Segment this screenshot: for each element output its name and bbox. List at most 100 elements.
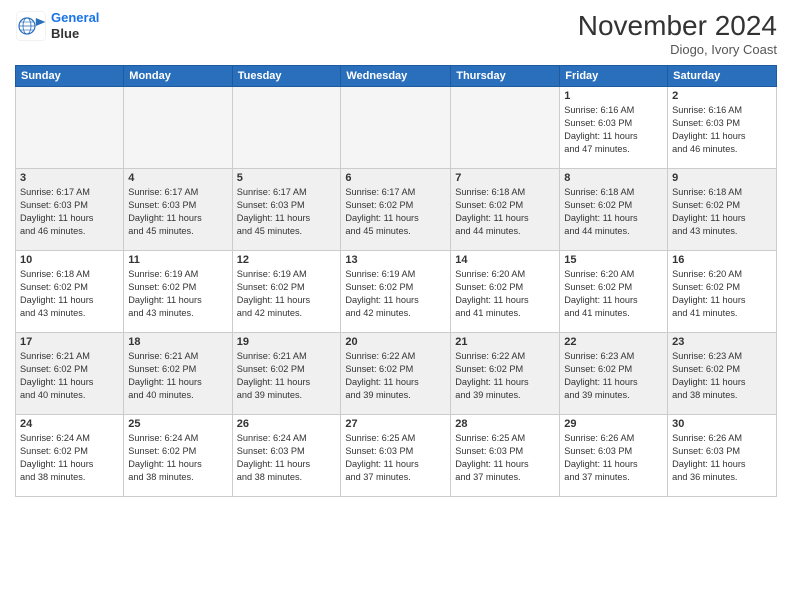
day-number: 23 xyxy=(672,336,772,348)
day-number: 12 xyxy=(237,254,337,266)
weekday-header-friday: Friday xyxy=(560,66,668,87)
day-info: Sunrise: 6:19 AMSunset: 6:02 PMDaylight:… xyxy=(345,268,446,320)
day-number: 4 xyxy=(128,172,227,184)
day-number: 8 xyxy=(564,172,663,184)
weekday-header-monday: Monday xyxy=(124,66,232,87)
day-info: Sunrise: 6:18 AMSunset: 6:02 PMDaylight:… xyxy=(455,186,555,238)
logo-text: General Blue xyxy=(51,10,99,41)
calendar-cell: 21 Sunrise: 6:22 AMSunset: 6:02 PMDayligh… xyxy=(451,333,560,415)
calendar-cell xyxy=(232,87,341,169)
title-block: November 2024 Diogo, Ivory Coast xyxy=(578,10,777,57)
calendar-week-5: 24Sunrise: 6:24 AMSunset: 6:02 PMDayligh… xyxy=(16,415,777,497)
calendar-cell: 6 Sunrise: 6:17 AMSunset: 6:02 PMDaylight… xyxy=(341,169,451,251)
day-info: Sunrise: 6:21 AMSunset: 6:02 PMDaylight:… xyxy=(20,350,119,402)
calendar-cell: 11 Sunrise: 6:19 AMSunset: 6:02 PMDayligh… xyxy=(124,251,232,333)
day-info: Sunrise: 6:18 AMSunset: 6:02 PMDaylight:… xyxy=(564,186,663,238)
calendar-cell: 7 Sunrise: 6:18 AMSunset: 6:02 PMDaylight… xyxy=(451,169,560,251)
day-number: 25 xyxy=(128,418,227,430)
calendar-cell: 25 Sunrise: 6:24 AMSunset: 6:02 PMDayligh… xyxy=(124,415,232,497)
calendar-cell: 29 Sunrise: 6:26 AMSunset: 6:03 PMDayligh… xyxy=(560,415,668,497)
day-number: 5 xyxy=(237,172,337,184)
day-number: 21 xyxy=(455,336,555,348)
day-number: 6 xyxy=(345,172,446,184)
calendar-cell: 19 Sunrise: 6:21 AMSunset: 6:02 PMDayligh… xyxy=(232,333,341,415)
day-number: 19 xyxy=(237,336,337,348)
day-info: Sunrise: 6:18 AMSunset: 6:02 PMDaylight:… xyxy=(672,186,772,238)
day-number: 20 xyxy=(345,336,446,348)
day-info: Sunrise: 6:21 AMSunset: 6:02 PMDaylight:… xyxy=(237,350,337,402)
day-info: Sunrise: 6:26 AMSunset: 6:03 PMDaylight:… xyxy=(564,432,663,484)
day-info: Sunrise: 6:20 AMSunset: 6:02 PMDaylight:… xyxy=(672,268,772,320)
day-info: Sunrise: 6:23 AMSunset: 6:02 PMDaylight:… xyxy=(672,350,772,402)
day-info: Sunrise: 6:20 AMSunset: 6:02 PMDaylight:… xyxy=(564,268,663,320)
day-number: 29 xyxy=(564,418,663,430)
day-info: Sunrise: 6:25 AMSunset: 6:03 PMDaylight:… xyxy=(455,432,555,484)
day-info: Sunrise: 6:17 AMSunset: 6:03 PMDaylight:… xyxy=(237,186,337,238)
calendar-week-1: 1Sunrise: 6:16 AMSunset: 6:03 PMDaylight… xyxy=(16,87,777,169)
day-info: Sunrise: 6:25 AMSunset: 6:03 PMDaylight:… xyxy=(345,432,446,484)
calendar-cell: 13 Sunrise: 6:19 AMSunset: 6:02 PMDayligh… xyxy=(341,251,451,333)
weekday-header-row: SundayMondayTuesdayWednesdayThursdayFrid… xyxy=(16,66,777,87)
calendar-cell: 4Sunrise: 6:17 AMSunset: 6:03 PMDaylight… xyxy=(124,169,232,251)
calendar-cell: 2 Sunrise: 6:16 AMSunset: 6:03 PMDaylight… xyxy=(668,87,777,169)
weekday-header-saturday: Saturday xyxy=(668,66,777,87)
calendar-cell xyxy=(341,87,451,169)
day-info: Sunrise: 6:20 AMSunset: 6:02 PMDaylight:… xyxy=(455,268,555,320)
calendar-cell: 12 Sunrise: 6:19 AMSunset: 6:02 PMDayligh… xyxy=(232,251,341,333)
calendar-cell: 14 Sunrise: 6:20 AMSunset: 6:02 PMDayligh… xyxy=(451,251,560,333)
calendar-cell: 18Sunrise: 6:21 AMSunset: 6:02 PMDayligh… xyxy=(124,333,232,415)
calendar-cell xyxy=(16,87,124,169)
day-number: 10 xyxy=(20,254,119,266)
day-info: Sunrise: 6:19 AMSunset: 6:02 PMDaylight:… xyxy=(128,268,227,320)
day-number: 9 xyxy=(672,172,772,184)
day-number: 11 xyxy=(128,254,227,266)
day-info: Sunrise: 6:22 AMSunset: 6:02 PMDaylight:… xyxy=(345,350,446,402)
calendar-week-3: 10 Sunrise: 6:18 AMSunset: 6:02 PMDayligh… xyxy=(16,251,777,333)
calendar-cell: 1Sunrise: 6:16 AMSunset: 6:03 PMDaylight… xyxy=(560,87,668,169)
calendar-cell: 20 Sunrise: 6:22 AMSunset: 6:02 PMDayligh… xyxy=(341,333,451,415)
day-info: Sunrise: 6:24 AMSunset: 6:03 PMDaylight:… xyxy=(237,432,337,484)
calendar-cell: 3 Sunrise: 6:17 AMSunset: 6:03 PMDaylight… xyxy=(16,169,124,251)
day-info: Sunrise: 6:19 AMSunset: 6:02 PMDaylight:… xyxy=(237,268,337,320)
calendar-cell: 28 Sunrise: 6:25 AMSunset: 6:03 PMDayligh… xyxy=(451,415,560,497)
calendar-cell: 8 Sunrise: 6:18 AMSunset: 6:02 PMDaylight… xyxy=(560,169,668,251)
calendar-cell: 24Sunrise: 6:24 AMSunset: 6:02 PMDayligh… xyxy=(16,415,124,497)
day-number: 14 xyxy=(455,254,555,266)
logo: General Blue xyxy=(15,10,99,42)
day-number: 7 xyxy=(455,172,555,184)
calendar-cell: 23 Sunrise: 6:23 AMSunset: 6:02 PMDayligh… xyxy=(668,333,777,415)
page: General Blue November 2024 Diogo, Ivory … xyxy=(0,0,792,612)
weekday-header-sunday: Sunday xyxy=(16,66,124,87)
day-number: 13 xyxy=(345,254,446,266)
day-info: Sunrise: 6:17 AMSunset: 6:02 PMDaylight:… xyxy=(345,186,446,238)
day-number: 3 xyxy=(20,172,119,184)
day-info: Sunrise: 6:26 AMSunset: 6:03 PMDaylight:… xyxy=(672,432,772,484)
day-info: Sunrise: 6:22 AMSunset: 6:02 PMDaylight:… xyxy=(455,350,555,402)
day-info: Sunrise: 6:16 AMSunset: 6:03 PMDaylight:… xyxy=(672,104,772,156)
calendar-table: SundayMondayTuesdayWednesdayThursdayFrid… xyxy=(15,65,777,497)
day-info: Sunrise: 6:23 AMSunset: 6:02 PMDaylight:… xyxy=(564,350,663,402)
calendar-cell: 16 Sunrise: 6:20 AMSunset: 6:02 PMDayligh… xyxy=(668,251,777,333)
calendar-week-2: 3 Sunrise: 6:17 AMSunset: 6:03 PMDaylight… xyxy=(16,169,777,251)
calendar-week-4: 17Sunrise: 6:21 AMSunset: 6:02 PMDayligh… xyxy=(16,333,777,415)
day-number: 2 xyxy=(672,90,772,102)
calendar-cell: 9 Sunrise: 6:18 AMSunset: 6:02 PMDaylight… xyxy=(668,169,777,251)
calendar-cell: 30 Sunrise: 6:26 AMSunset: 6:03 PMDayligh… xyxy=(668,415,777,497)
day-number: 30 xyxy=(672,418,772,430)
weekday-header-wednesday: Wednesday xyxy=(341,66,451,87)
calendar-cell: 27 Sunrise: 6:25 AMSunset: 6:03 PMDayligh… xyxy=(341,415,451,497)
day-info: Sunrise: 6:18 AMSunset: 6:02 PMDaylight:… xyxy=(20,268,119,320)
logo-icon xyxy=(15,10,47,42)
day-number: 16 xyxy=(672,254,772,266)
day-number: 15 xyxy=(564,254,663,266)
day-info: Sunrise: 6:24 AMSunset: 6:02 PMDaylight:… xyxy=(128,432,227,484)
day-number: 28 xyxy=(455,418,555,430)
calendar-cell: 22Sunrise: 6:23 AMSunset: 6:02 PMDayligh… xyxy=(560,333,668,415)
calendar-cell: 5 Sunrise: 6:17 AMSunset: 6:03 PMDaylight… xyxy=(232,169,341,251)
day-number: 27 xyxy=(345,418,446,430)
calendar-cell: 17Sunrise: 6:21 AMSunset: 6:02 PMDayligh… xyxy=(16,333,124,415)
day-info: Sunrise: 6:17 AMSunset: 6:03 PMDaylight:… xyxy=(20,186,119,238)
header: General Blue November 2024 Diogo, Ivory … xyxy=(15,10,777,57)
weekday-header-thursday: Thursday xyxy=(451,66,560,87)
calendar-cell: 26Sunrise: 6:24 AMSunset: 6:03 PMDayligh… xyxy=(232,415,341,497)
